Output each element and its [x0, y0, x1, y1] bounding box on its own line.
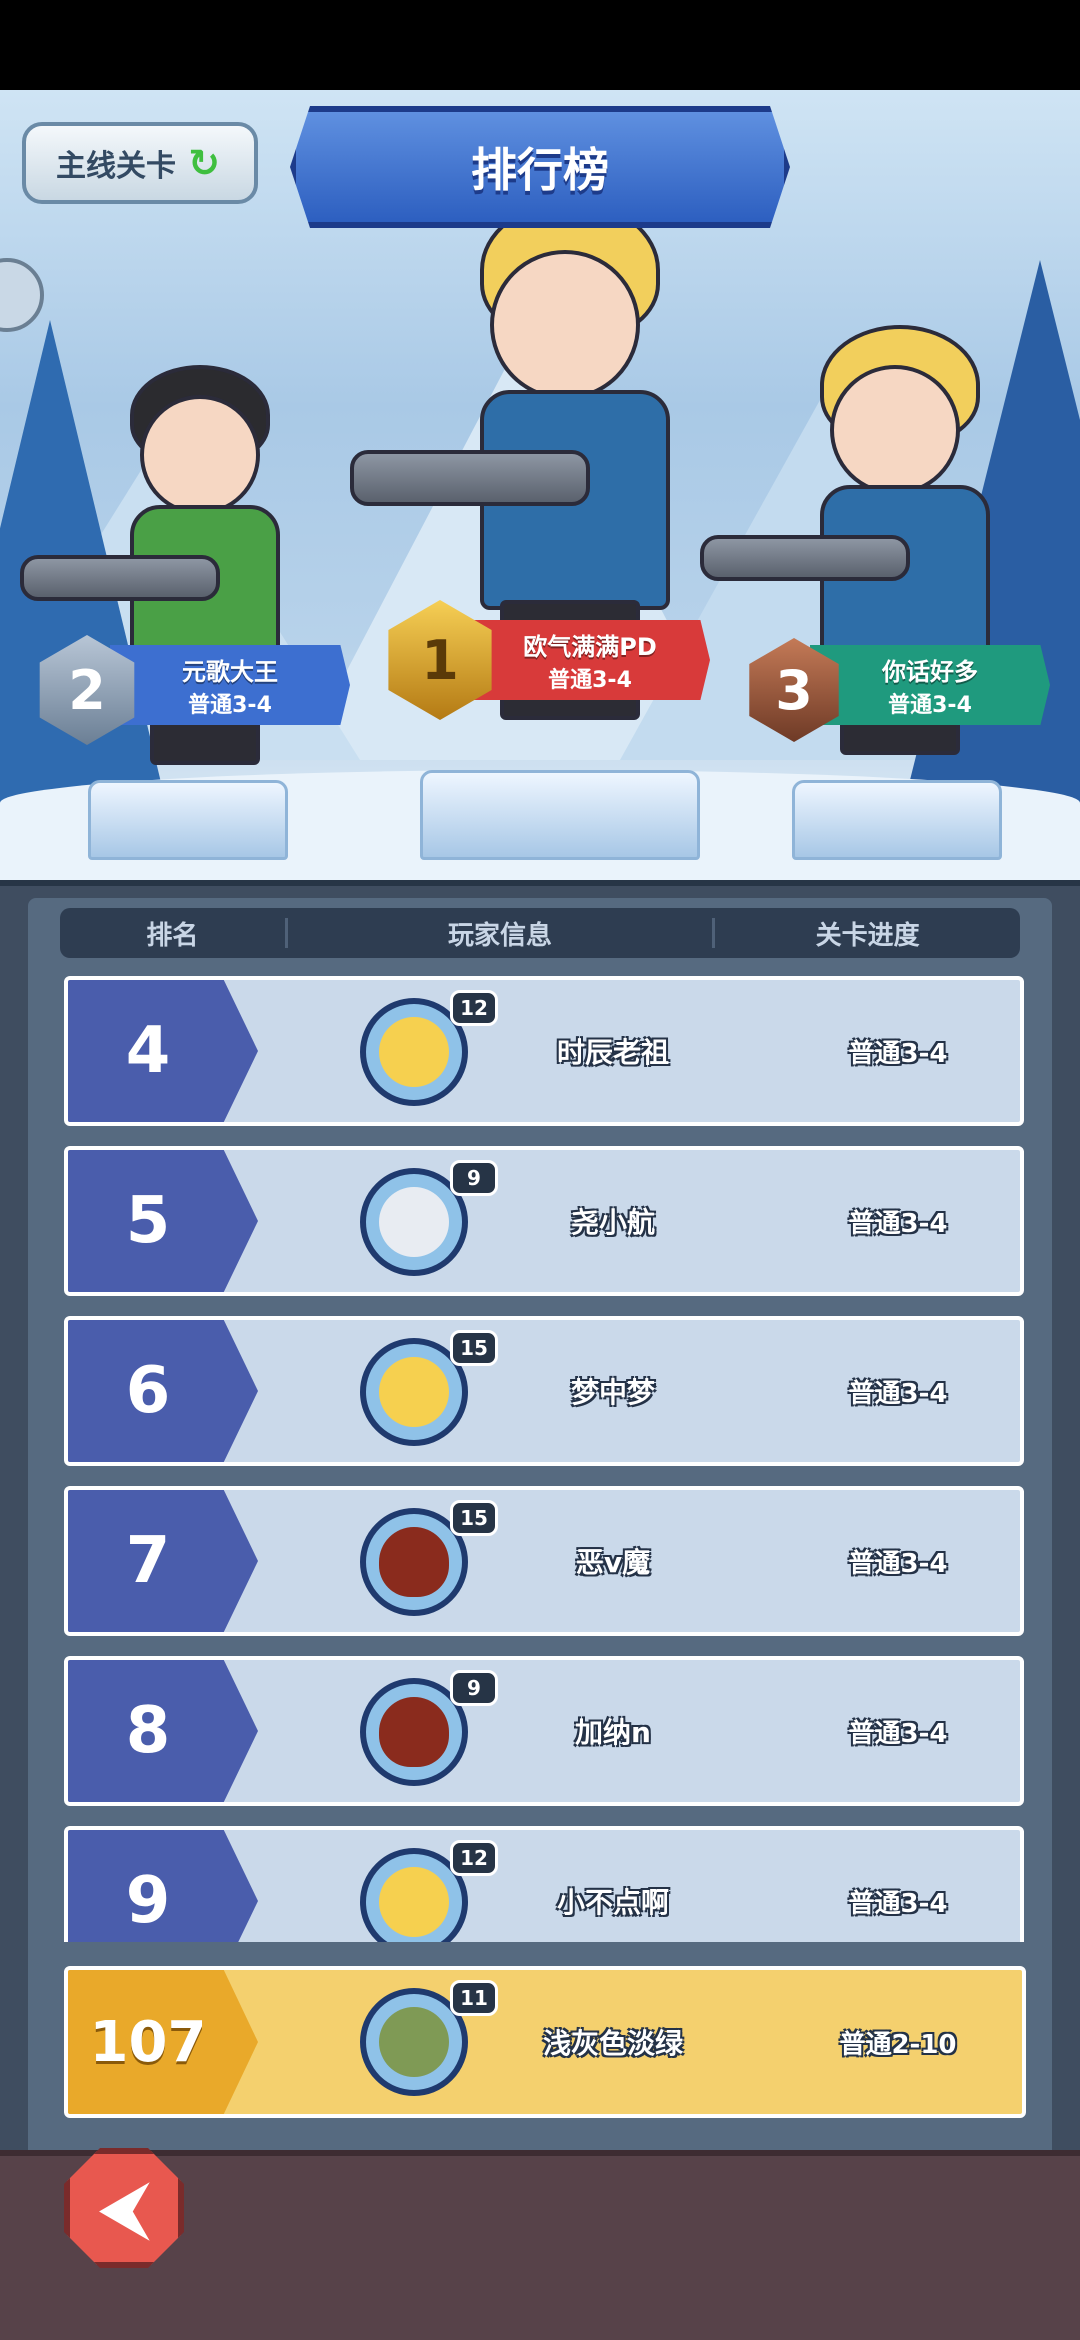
- table-row[interactable]: 5 9 尧小航 普通3-4: [64, 1146, 1024, 1296]
- stage-progress: 普通3-4: [848, 1208, 948, 1239]
- avatar-level-badge: 15: [450, 1500, 498, 1536]
- podium-level-3: 普通3-4: [888, 692, 972, 718]
- my-rank-row[interactable]: 107 11 浅灰色淡绿 普通2-10: [64, 1966, 1026, 2118]
- my-rank: 107: [68, 1970, 258, 2114]
- row-rank: 7: [68, 1490, 258, 1632]
- header-stage-progress: 关卡进度: [815, 920, 920, 951]
- podium-label-1[interactable]: 欧气满满PD 普通3-4: [470, 620, 710, 700]
- table-row[interactable]: 4 12 时辰老祖 普通3-4: [64, 976, 1024, 1126]
- row-rank: 8: [68, 1660, 258, 1802]
- status-bar: [0, 0, 1080, 90]
- stage-progress: 普通3-4: [848, 1378, 948, 1409]
- table-header: 排名 玩家信息 关卡进度: [60, 908, 1020, 958]
- stage-progress: 普通3-4: [848, 1038, 948, 1069]
- leaderboard-list[interactable]: 4 12 时辰老祖 普通3-4 5 9 尧小航 普通3-4 6 15 梦中梦 普…: [60, 972, 1028, 1942]
- avatar-level-badge: 12: [450, 990, 498, 1026]
- row-rank: 4: [68, 980, 258, 1122]
- header-player-info: 玩家信息: [448, 920, 553, 951]
- page-title: 排行榜: [290, 106, 790, 228]
- main-stage-button[interactable]: 主线关卡 ↻: [22, 122, 258, 204]
- player-name: 小不点啊: [556, 1886, 669, 1919]
- podium-level-2: 普通3-4: [188, 692, 272, 718]
- row-rank: 6: [68, 1320, 258, 1462]
- podium-name-3: 你话好多: [882, 657, 978, 686]
- medal-rank-2-label: 2: [68, 658, 106, 722]
- row-rank: 9: [68, 1830, 258, 1942]
- row-rank: 5: [68, 1150, 258, 1292]
- table-row[interactable]: 7 15 恶v魔 普通3-4: [64, 1486, 1024, 1636]
- medal-rank-1-label: 1: [421, 628, 459, 692]
- stage-progress: 普通3-4: [848, 1718, 948, 1749]
- podium-label-2[interactable]: 元歌大王 普通3-4: [110, 645, 350, 725]
- stage-progress: 普通3-4: [848, 1548, 948, 1579]
- player-name: 梦中梦: [570, 1376, 655, 1409]
- refresh-icon: ↻: [188, 141, 220, 185]
- avatar-level-badge: 11: [450, 1980, 498, 2016]
- avatar-level-badge: 15: [450, 1330, 498, 1366]
- player-name: 恶v魔: [575, 1546, 651, 1579]
- podium-name-2: 元歌大王: [182, 657, 278, 686]
- avatar-level-badge: 9: [450, 1160, 498, 1196]
- player-name: 时辰老祖: [556, 1036, 669, 1069]
- back-button[interactable]: ⮜: [64, 2148, 184, 2268]
- header-rank: 排名: [146, 920, 199, 951]
- medal-rank-3-label: 3: [775, 658, 813, 722]
- podium-label-3[interactable]: 你话好多 普通3-4: [810, 645, 1050, 725]
- table-row[interactable]: 6 15 梦中梦 普通3-4: [64, 1316, 1024, 1466]
- back-arrow-icon: ⮜: [100, 2169, 148, 2246]
- player-name: 加纳n: [575, 1716, 651, 1749]
- podium-level-1: 普通3-4: [548, 667, 632, 693]
- table-row[interactable]: 8 9 加纳n 普通3-4: [64, 1656, 1024, 1806]
- player-name: 尧小航: [570, 1206, 655, 1239]
- podium-name-1: 欧气满满PD: [523, 632, 657, 661]
- stage-progress: 普通3-4: [848, 1888, 948, 1919]
- my-stage-progress: 普通2-10: [839, 2029, 957, 2060]
- my-player-name: 浅灰色淡绿: [542, 2027, 683, 2060]
- main-stage-label: 主线关卡: [56, 149, 176, 184]
- avatar-level-badge: 9: [450, 1670, 498, 1706]
- avatar-level-badge: 12: [450, 1840, 498, 1876]
- table-row[interactable]: 9 12 小不点啊 普通3-4: [64, 1826, 1024, 1942]
